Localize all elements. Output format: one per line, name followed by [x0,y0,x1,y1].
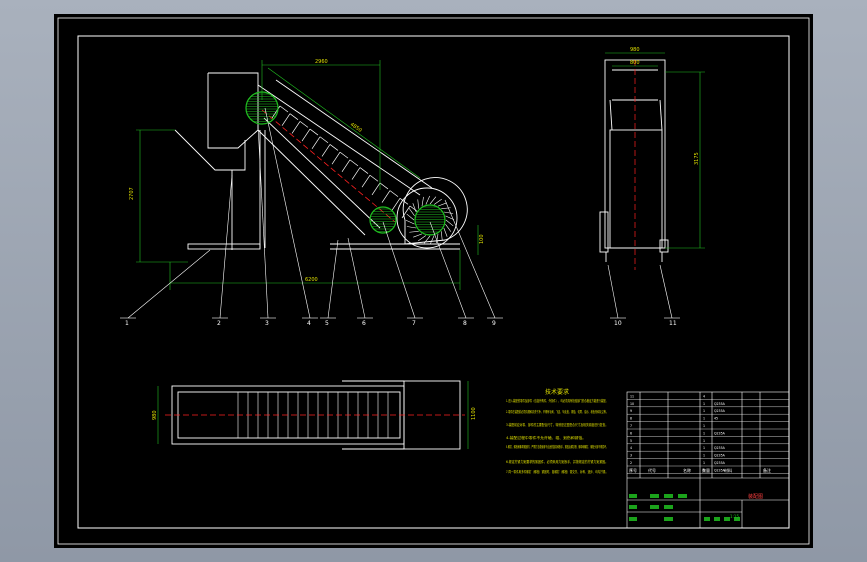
sheet-background [54,14,813,548]
tb-header-qty: 数量 [702,467,710,473]
tb-header-no: 序号 [629,467,637,473]
tb-row-qty: 1 [703,461,705,465]
tb-row-material: 45 [714,417,718,421]
balloon-3: 3 [265,320,269,327]
tb-row-qty: 1 [703,409,705,413]
tech-line-2: 2.零件在装配前必须清理和清洗干净，不得有毛刺、飞边、氧化皮、锈蚀、切屑、油污、… [506,409,608,414]
tb-row-qty: 1 [703,402,705,406]
tech-line-3: 3.装配前应对零、部件的主要配合尺寸，特别是过盈配合尺寸及相关精度进行复查。 [506,422,608,427]
tech-line-4: 4.装配过程中零件不允许磕、碰、划伤和锈蚀。 [506,435,586,440]
dim-plan-width-right: 1100 [471,407,477,420]
tb-header-material: 材料 [724,467,732,473]
tb-row-no: 11 [630,394,634,398]
balloon-1: 1 [125,320,129,327]
tb-row-material: Q235A [714,402,726,406]
balloon-9: 9 [492,320,496,327]
balloon-10: 10 [614,320,622,327]
tb-header-remark: 备注 [763,467,771,473]
tb-row-no: 7 [630,424,632,428]
dim-side-height: 3175 [694,152,700,165]
tb-row-qty: 1 [703,446,705,450]
tb-row-material: Q235A [714,461,726,465]
tb-row-no: 2 [630,461,632,465]
dim-left-height: 2707 [129,187,135,200]
tb-row-no: 10 [630,402,634,406]
cad-drawing-canvas: 2960 2707 4850 6200 100 1 2 3 4 5 6 7 8 … [54,14,813,548]
balloon-2: 2 [217,320,221,327]
tb-row-qty: 1 [703,424,705,428]
tech-line-7: 7.同一零件用多件螺钉（螺栓）紧固时，各螺钉（螺栓）需交叉、对称、逐步、均匀拧紧… [506,469,608,474]
tech-requirements-title: 技术要求 [545,388,569,396]
cad-viewport: 2960 2707 4850 6200 100 1 2 3 4 5 6 7 8 … [0,0,867,562]
tb-row-qty: 1 [703,439,705,443]
dim-side-top-inner: 800 [630,60,640,66]
dim-overall-length: 6200 [305,277,318,283]
tb-row-material: Q235A [714,431,726,435]
dim-top-width: 2960 [315,59,328,65]
tb-row-material: Q235A [714,409,726,413]
balloon-5: 5 [325,320,329,327]
tb-header-name: 名称 [683,467,691,473]
dim-side-top-outer: 980 [630,47,640,53]
tb-row-no: 5 [630,439,632,443]
tb-row-no: 4 [630,446,632,450]
tb-header-code: 代号 [648,467,656,473]
balloon-8: 8 [463,320,467,327]
balloon-4: 4 [307,320,311,327]
tb-row-no: 6 [630,431,632,435]
tb-row-material: Q235A [714,446,726,450]
tb-row-no: 9 [630,409,632,413]
balloon-11: 11 [669,320,677,327]
balloon-6: 6 [362,320,366,327]
tech-line-6: 6.规定拧紧力矩要求的紧固件，必须采用力矩扳手，并按规定的拧紧力矩紧固。 [506,459,608,464]
tb-drawing-name: 装配图 [748,493,763,500]
dim-right-height: 100 [479,234,485,244]
tb-row-no: 8 [630,417,632,421]
tb-row-no: 3 [630,454,632,458]
tech-line-5: 5.螺钉、螺栓和螺母紧固时，严禁打击或使用不合适的旋具和扳手。紧固后螺钉槽、螺母… [506,444,608,449]
tb-row-material: Q235A [714,454,726,458]
tb-row-qty: 1 [703,417,705,421]
tb-row-qty: 1 [703,454,705,458]
tb-row-qty: 1 [703,431,705,435]
tech-line-1: 1.进入装配的零件及部件（包括外购件、外协件），均必须具有检验部门的合格证方能进… [506,398,608,403]
dim-plan-width-left: 980 [152,410,158,420]
balloon-7: 7 [412,320,416,327]
tb-row-qty: 4 [703,394,705,398]
